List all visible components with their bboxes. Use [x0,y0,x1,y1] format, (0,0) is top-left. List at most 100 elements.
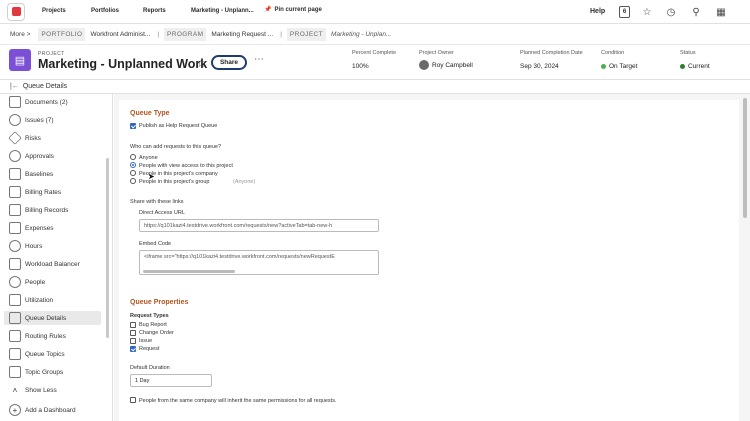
project-icon: ▤ [9,49,31,71]
sidebar-item-label: Issues (7) [25,116,54,124]
bug-report-label: Bug Report [139,322,167,328]
main-scrollbar[interactable] [743,98,747,218]
collapse-sidebar-icon[interactable]: |← [10,83,19,90]
radio-anyone-label: Anyone [139,155,158,161]
request-types-label: Request Types [130,313,169,319]
plus-icon: + [9,404,21,416]
sidebar-item-routing-rules[interactable]: Routing Rules [4,329,101,343]
main-content: Queue Type Publish as Help Request Queue… [114,94,750,421]
default-duration-label: Default Duration [130,365,170,371]
billing-rates-icon [9,186,21,198]
sidebar-item-billing-rates[interactable]: Billing Rates [4,185,101,199]
breadcrumb-more[interactable]: More > [10,31,30,38]
radio-group[interactable] [130,178,136,184]
sidebar-item-label: Add a Dashboard [25,406,76,414]
sidebar-item-people[interactable]: People [4,275,101,289]
section-title: Queue Details [22,83,68,90]
breadcrumb-portfolio[interactable]: Workfront Administ... [90,31,150,38]
favorite-star-icon[interactable]: ☆ [196,56,207,70]
default-duration-field[interactable]: 1 Day [130,374,212,387]
condition-value[interactable]: On Target [609,63,637,70]
embed-code-scrollbar[interactable] [143,270,235,273]
breadcrumb-separator: | [157,30,160,38]
sidebar-scrollbar[interactable] [106,158,109,338]
publish-help-queue-checkbox[interactable] [130,123,136,129]
topic-groups-icon [9,366,21,378]
bug-report-checkbox[interactable] [130,322,136,328]
sidebar-item-label: Show Less [25,386,57,394]
breadcrumb-program[interactable]: Marketing Request ... [211,31,273,38]
sidebar-item-topic-groups[interactable]: Topic Groups [4,365,101,379]
direct-access-url-field[interactable]: https://q101kazi4.testdrive.workfront.co… [139,219,379,232]
add-dashboard-button[interactable]: + Add a Dashboard [4,403,101,417]
notification-badge[interactable]: 6 [619,6,630,18]
workload-icon [9,258,21,270]
sidebar-show-less[interactable]: ˄ Show Less [4,383,101,397]
nav-recent-project[interactable]: Marketing - Unplann... [191,8,254,14]
sidebar-item-risks[interactable]: Risks [4,131,101,145]
breadcrumb-portfolio-tag: PORTFOLIO [38,27,86,41]
status-field: Status Current [680,50,710,70]
sidebar-item-queue-details[interactable]: Queue Details [4,311,101,325]
sidebar-item-label: Baselines [25,170,54,178]
percent-complete-field: Percent Complete 100% [352,50,396,70]
pin-label: Pin current page [274,6,322,13]
sidebar-item-label: Hours [25,242,43,250]
sidebar-item-documents[interactable]: Documents (2) [4,95,101,109]
sidebar-item-label: People [25,278,46,286]
sidebar-item-label: Routing Rules [25,332,66,340]
project-header: ▤ PROJECT Marketing - Unplanned Work ☆ S… [0,46,750,78]
recent-history-icon[interactable]: ◷ [664,5,678,19]
change-order-checkbox[interactable] [130,330,136,336]
issue-label: Issue [139,338,153,344]
radio-anyone[interactable] [130,154,136,160]
sidebar-item-expenses[interactable]: Expenses [4,221,101,235]
star-icon[interactable]: ☆ [640,5,654,19]
breadcrumb: More > PORTFOLIO Workfront Administ... |… [0,24,750,45]
search-icon[interactable]: ⚲ [689,5,703,19]
menu-grid-icon[interactable]: ▦ [714,5,728,19]
section-title-bar: |← Queue Details [0,79,750,94]
sidebar-item-approvals[interactable]: Approvals [4,149,101,163]
status-value[interactable]: Current [688,63,710,70]
help-link[interactable]: Help [590,8,605,15]
sidebar-item-issues[interactable]: Issues (7) [4,113,101,127]
pin-current-page-button[interactable]: 📌 Pin current page [264,6,322,14]
sidebar-item-billing-records[interactable]: Billing Records [4,203,101,217]
sidebar-item-label: Approvals [25,152,54,160]
request-checkbox[interactable] [130,346,136,352]
request-label: Request [139,346,160,352]
nav-reports[interactable]: Reports [143,8,166,14]
workfront-logo[interactable] [7,2,25,21]
radio-view-access-label: People with view access to this project [139,163,233,169]
sidebar-item-queue-topics[interactable]: Queue Topics [4,347,101,361]
planned-completion-value[interactable]: Sep 30, 2024 [520,63,559,70]
queue-properties-heading: Queue Properties [130,299,189,306]
avatar[interactable] [419,60,429,70]
radio-view-access[interactable] [130,162,136,168]
status-label: Status [680,50,696,56]
sidebar-item-label: Topic Groups [25,368,64,376]
people-icon [9,276,21,288]
queue-icon [9,312,21,324]
same-company-checkbox[interactable] [130,397,136,403]
mouse-cursor-icon: ➤ [148,172,155,181]
issue-checkbox[interactable] [130,338,136,344]
issue-icon [9,114,21,126]
sidebar-item-workload-balancer[interactable]: Workload Balancer [4,257,101,271]
nav-projects[interactable]: Projects [42,8,66,14]
approval-icon [9,150,21,162]
share-button[interactable]: Share [211,55,247,70]
change-order-label: Change Order [139,330,174,336]
risk-icon [8,131,22,145]
sidebar-item-label: Queue Details [25,314,67,322]
project-owner-value[interactable]: Roy Campbell [432,62,473,69]
sidebar-item-baselines[interactable]: Baselines [4,167,101,181]
nav-portfolios[interactable]: Portfolios [91,8,119,14]
radio-company[interactable] [130,170,136,176]
sidebar-item-hours[interactable]: Hours [4,239,101,253]
who-can-add-label: Who can add requests to this queue? [130,144,222,150]
more-options-icon[interactable]: ⋯ [254,54,264,65]
sidebar-item-utilization[interactable]: Utilization [4,293,101,307]
sidebar-item-label: Expenses [25,224,54,232]
